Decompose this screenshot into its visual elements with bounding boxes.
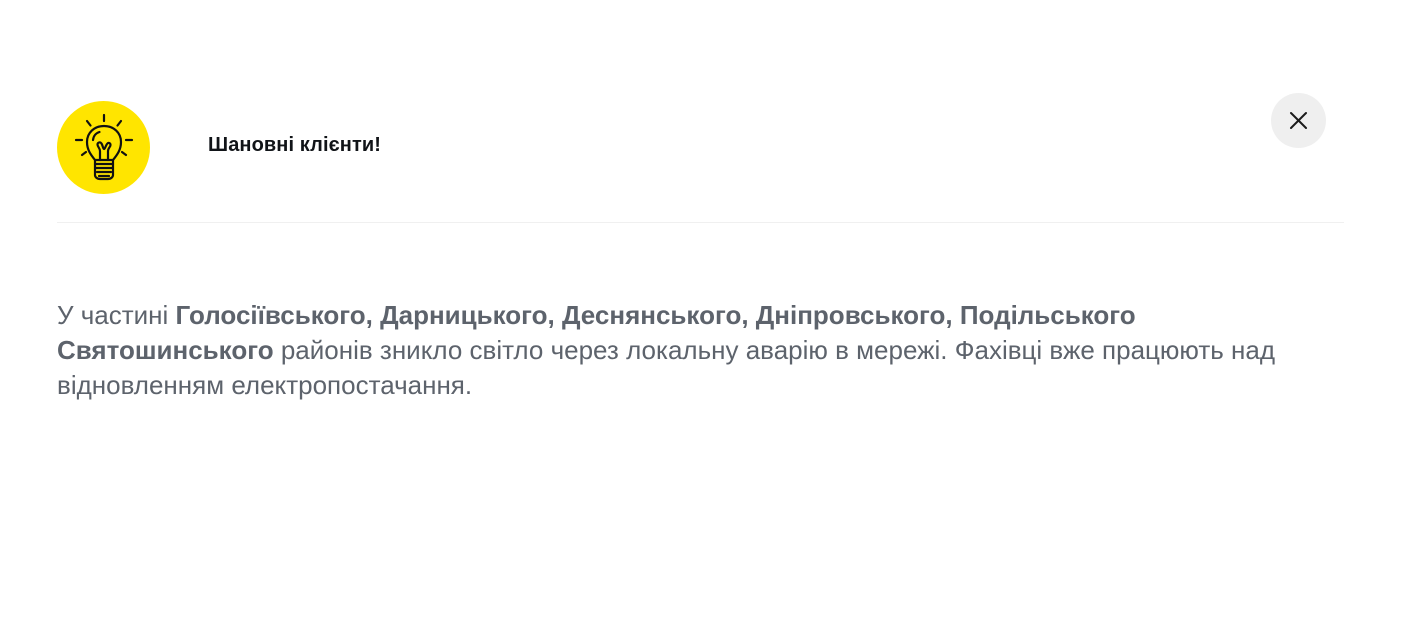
header-divider	[57, 222, 1344, 223]
close-icon	[1290, 112, 1307, 129]
modal-header: Шановні клієнти!	[57, 101, 1344, 195]
message-intro: У частині	[57, 300, 176, 330]
lightbulb-icon	[57, 101, 150, 194]
modal-title: Шановні клієнти!	[208, 134, 381, 156]
modal-message: У частині Голосіївського, Дарницького, Д…	[57, 298, 1337, 403]
close-button[interactable]	[1271, 93, 1326, 148]
notification-modal: Шановні клієнти! У частині Голосіївськог…	[0, 0, 1412, 633]
